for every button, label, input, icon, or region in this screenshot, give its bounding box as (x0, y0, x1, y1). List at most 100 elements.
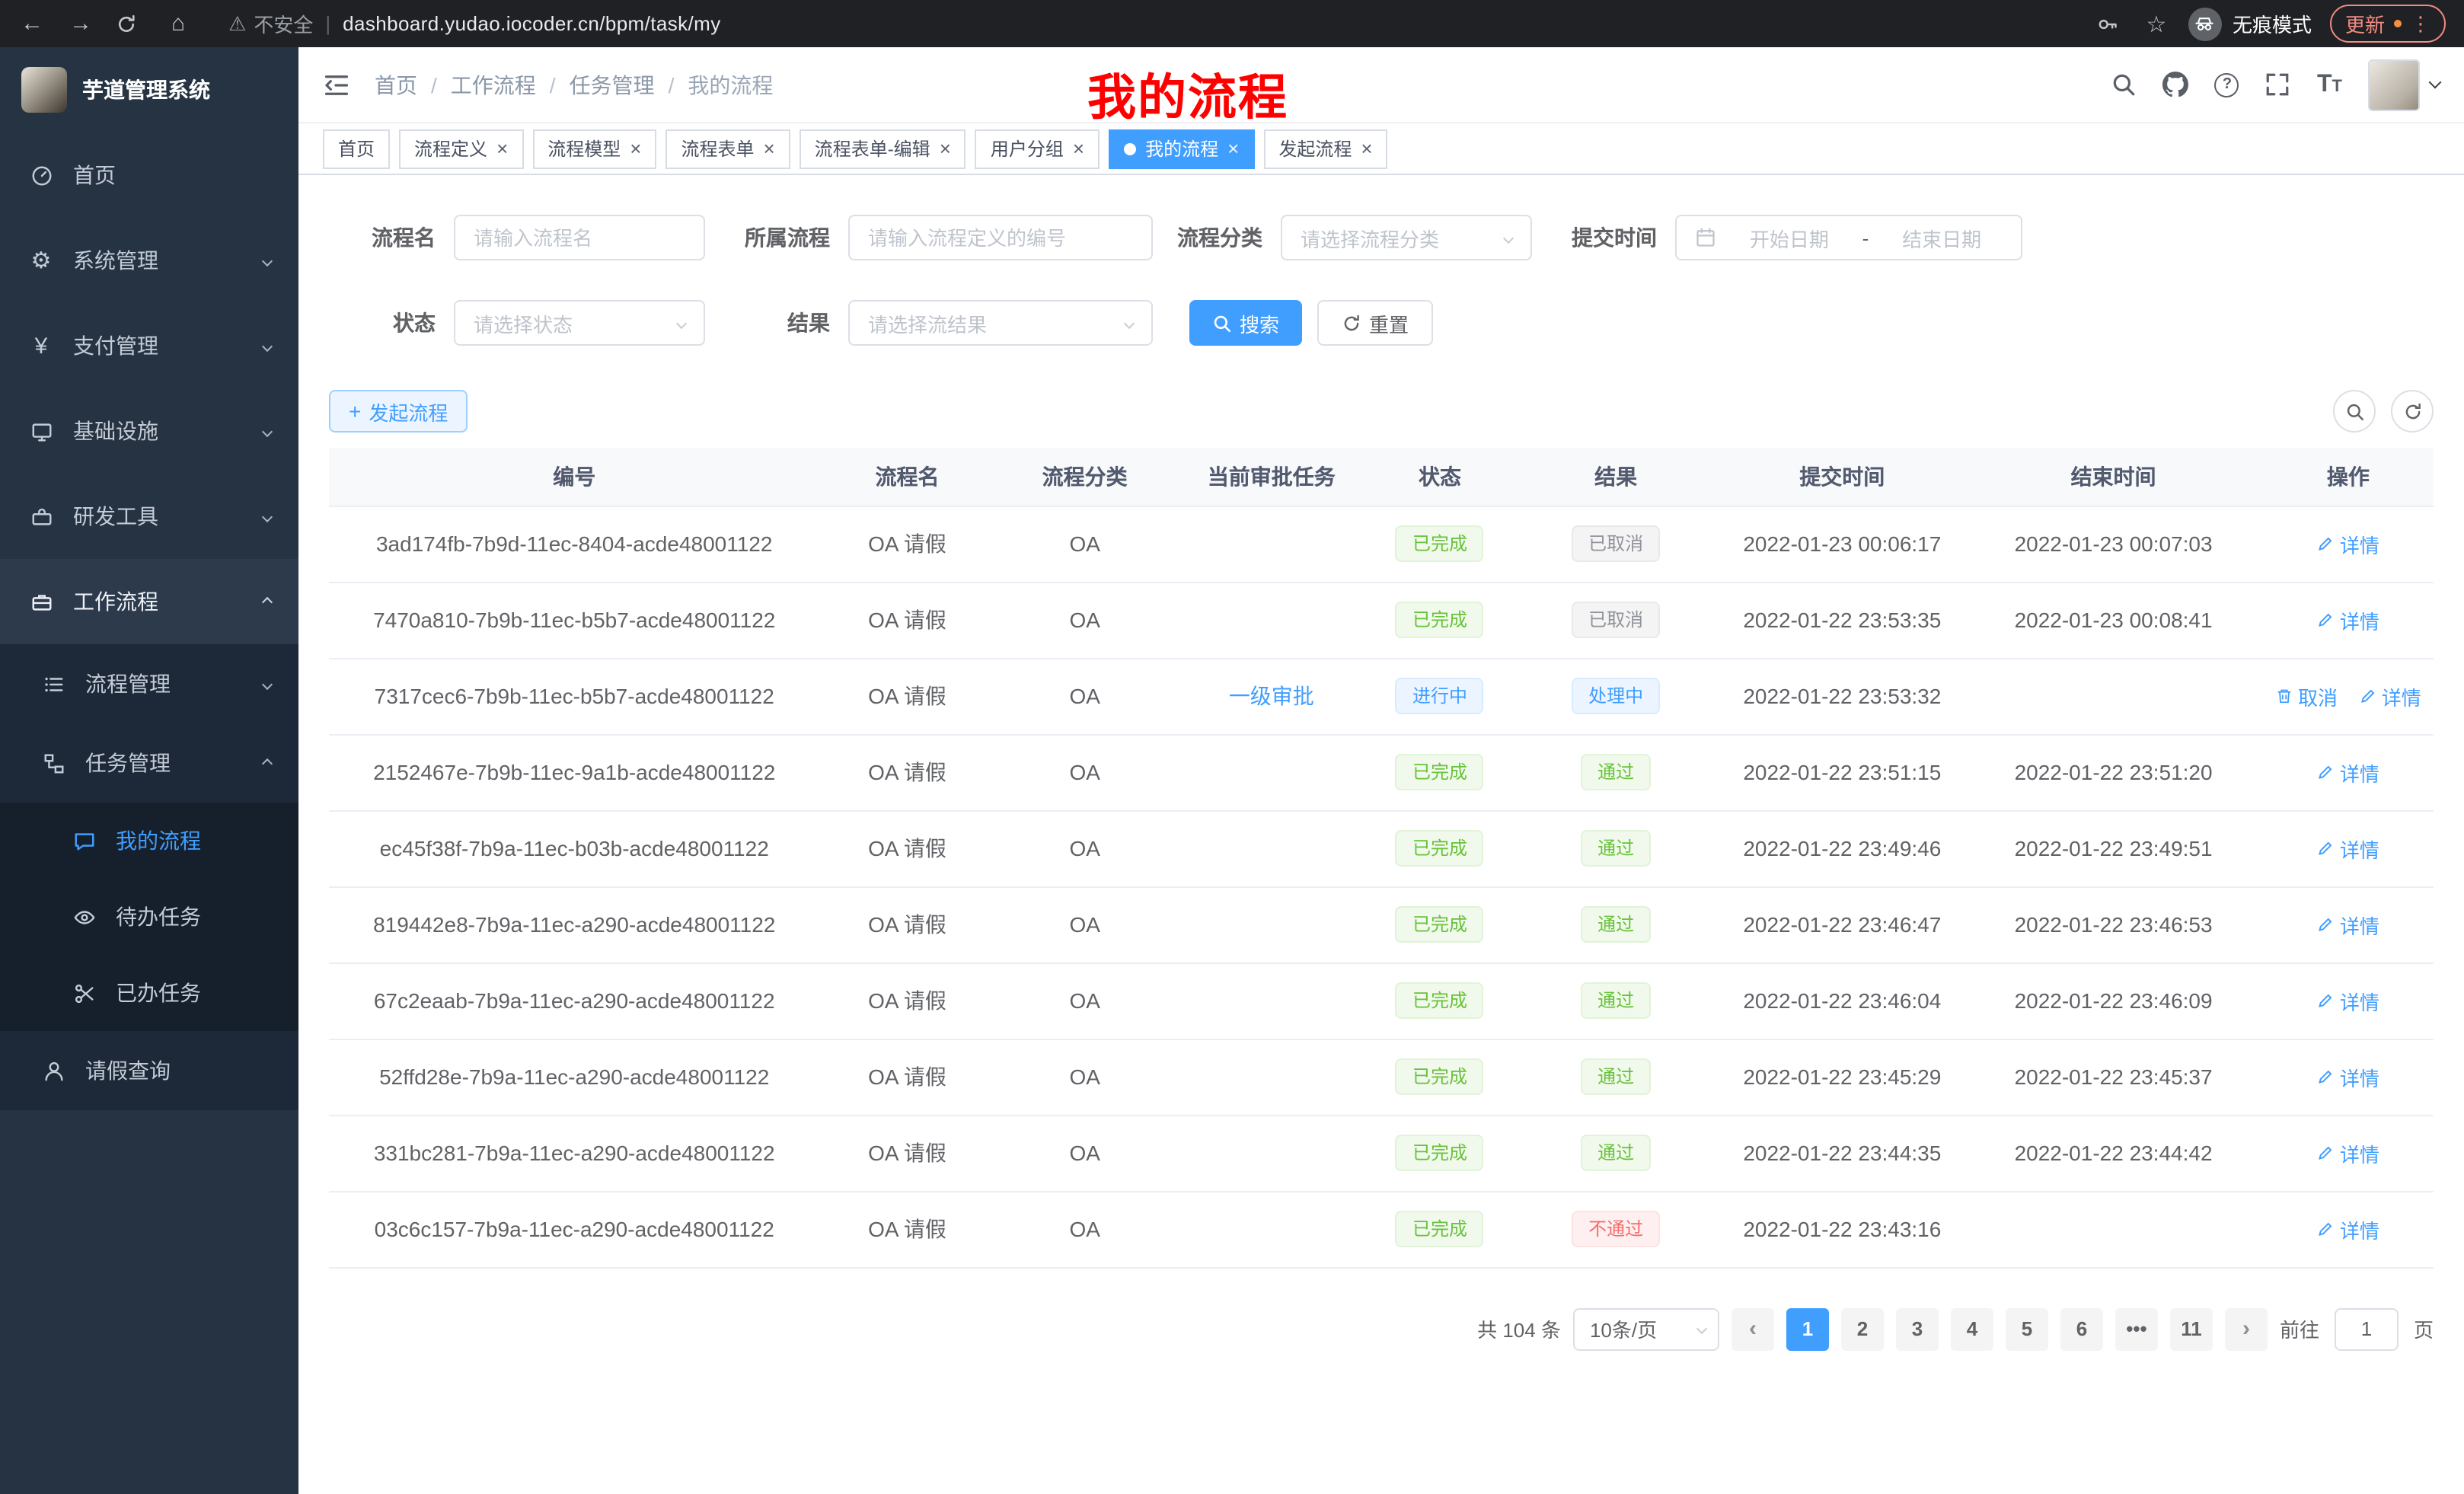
page-button-4[interactable]: 4 (1951, 1307, 1993, 1350)
sidebar-item-todo-tasks[interactable]: 待办任务 (0, 879, 298, 955)
sidebar-item-task-management[interactable]: 任务管理 (0, 723, 298, 803)
sidebar-item-workflow[interactable]: 工作流程 (0, 559, 298, 644)
status-placeholder: 请选择状态 (474, 308, 573, 337)
tab-user-group[interactable]: 用户分组 × (975, 129, 1100, 168)
sidebar-item-system[interactable]: ⚙ 系统管理 (0, 218, 298, 303)
detail-link[interactable]: 详情 (2317, 1215, 2379, 1243)
url-text[interactable]: dashboard.yudao.iocoder.cn/bpm/task/my (343, 12, 721, 35)
cancel-link[interactable]: 取消 (2275, 682, 2338, 710)
font-size-icon[interactable]: TT (2317, 72, 2342, 97)
detail-link[interactable]: 详情 (2317, 529, 2379, 558)
next-page-button[interactable]: › (2225, 1307, 2268, 1350)
tab-process-definition[interactable]: 流程定义 × (399, 129, 523, 168)
detail-link[interactable]: 详情 (2317, 910, 2379, 939)
reset-button[interactable]: 重置 (1317, 300, 1433, 346)
table-row: 7317cec6-7b9b-11ec-b5b7-acde48001122 OA … (329, 658, 2434, 734)
tab-home[interactable]: 首页 (323, 129, 390, 168)
search-button[interactable]: 搜索 (1189, 300, 1302, 346)
detail-link[interactable]: 详情 (2317, 834, 2379, 863)
cell-end-time (1964, 658, 2262, 734)
user-menu[interactable] (2368, 59, 2440, 110)
page-button-6[interactable]: 6 (2060, 1307, 2103, 1350)
breadcrumb-home[interactable]: 首页 (375, 69, 417, 100)
detail-link[interactable]: 详情 (2317, 758, 2379, 787)
github-icon[interactable] (2163, 72, 2189, 97)
status-select[interactable]: 请选择状态 (454, 300, 705, 346)
close-icon[interactable]: × (630, 139, 641, 158)
prev-page-button[interactable]: ‹ (1732, 1307, 1774, 1350)
sidebar-item-process-management[interactable]: 流程管理 (0, 644, 298, 723)
close-icon[interactable]: × (940, 139, 951, 158)
cell-submit-time: 2022-01-22 23:45:29 (1720, 1039, 1964, 1115)
app: 芋道管理系统 首页 ⚙ 系统管理 ¥ 支付管理 (0, 47, 2464, 1494)
browser-back-icon[interactable]: ← (18, 11, 46, 37)
toggle-search-button[interactable] (2333, 390, 2376, 433)
cell-submit-time: 2022-01-22 23:46:04 (1720, 962, 1964, 1039)
page-button-3[interactable]: 3 (1896, 1307, 1939, 1350)
page-button-5[interactable]: 5 (2006, 1307, 2048, 1350)
cell-category: OA (995, 1191, 1175, 1267)
close-icon[interactable]: × (1073, 139, 1084, 158)
goto-page-input[interactable] (2335, 1307, 2399, 1350)
category-select[interactable]: 请选择流程分类 (1281, 215, 1532, 260)
bookmark-star-icon[interactable]: ☆ (2143, 10, 2170, 37)
close-icon[interactable]: × (1227, 139, 1239, 158)
owner-process-input[interactable] (868, 226, 1133, 249)
security-warning[interactable]: ⚠ 不安全 (228, 9, 313, 38)
sidebar-item-done-tasks[interactable]: 已办任务 (0, 955, 298, 1031)
breadcrumb-task-management[interactable]: 任务管理 (570, 69, 655, 100)
cell-category: OA (995, 506, 1175, 582)
close-icon[interactable]: × (496, 139, 508, 158)
breadcrumb-workflow[interactable]: 工作流程 (451, 69, 536, 100)
refresh-table-button[interactable] (2391, 390, 2434, 433)
page-button-1[interactable]: 1 (1786, 1307, 1829, 1350)
browser-reload-icon[interactable] (116, 13, 143, 34)
detail-link[interactable]: 详情 (2317, 986, 2379, 1015)
tab-process-model[interactable]: 流程模型 × (532, 129, 656, 168)
sidebar-item-payment[interactable]: ¥ 支付管理 (0, 303, 298, 388)
current-task-link[interactable]: 一级审批 (1229, 684, 1314, 708)
cell-id: 2152467e-7b9b-11ec-9a1b-acde48001122 (329, 734, 819, 810)
sidebar-item-devtools[interactable]: 研发工具 (0, 474, 298, 559)
detail-link[interactable]: 详情 (2317, 605, 2379, 634)
tab-process-form[interactable]: 流程表单 × (665, 129, 790, 168)
result-select[interactable]: 请选择流结果 (848, 300, 1153, 346)
page-button-11[interactable]: 11 (2170, 1307, 2213, 1350)
start-process-button[interactable]: + 发起流程 (329, 390, 468, 433)
end-date-placeholder[interactable]: 结束日期 (1881, 223, 2003, 252)
fullscreen-icon[interactable] (2265, 72, 2291, 97)
table-row: 03c6c157-7b9a-11ec-a290-acde48001122 OA … (329, 1191, 2434, 1267)
close-icon[interactable]: × (764, 139, 775, 158)
cell-name: OA 请假 (819, 734, 994, 810)
tab-process-form-edit[interactable]: 流程表单-编辑 × (800, 129, 966, 168)
search-icon[interactable] (2111, 72, 2137, 97)
sidebar-item-my-process[interactable]: 我的流程 (0, 803, 298, 879)
close-icon[interactable]: × (1361, 139, 1372, 158)
menu-fold-icon[interactable] (323, 71, 350, 98)
tab-my-process[interactable]: 我的流程 × (1109, 129, 1254, 168)
update-button[interactable]: 更新 ⋮ (2330, 5, 2446, 43)
sidebar-item-home[interactable]: 首页 (0, 132, 298, 218)
tab-start-process[interactable]: 发起流程 × (1263, 129, 1387, 168)
detail-link[interactable]: 详情 (2359, 682, 2421, 710)
page-button-2[interactable]: 2 (1841, 1307, 1884, 1350)
detail-link[interactable]: 详情 (2317, 1138, 2379, 1167)
password-key-icon[interactable] (2097, 13, 2124, 34)
sidebar-item-leave-query[interactable]: 请假查询 (0, 1031, 298, 1110)
cell-category: OA (995, 962, 1175, 1039)
date-range-picker[interactable]: 开始日期 - 结束日期 (1675, 215, 2022, 260)
help-icon[interactable]: ? (2215, 72, 2239, 97)
start-date-placeholder[interactable]: 开始日期 (1728, 223, 1850, 252)
app-logo-row[interactable]: 芋道管理系统 (0, 47, 298, 132)
page-more-button[interactable]: ••• (2115, 1307, 2158, 1350)
breadcrumb-separator: / (550, 72, 556, 97)
sidebar-item-infrastructure[interactable]: 基础设施 (0, 388, 298, 474)
edit-icon (2317, 839, 2335, 857)
browser-home-icon[interactable]: ⌂ (164, 11, 192, 37)
detail-link[interactable]: 详情 (2317, 1062, 2379, 1091)
process-name-input[interactable] (474, 226, 685, 249)
page-size-select[interactable]: 10条/页 (1573, 1307, 1719, 1350)
browser-menu-icon[interactable]: ⋮ (2411, 11, 2430, 36)
address-bar[interactable]: ⚠ 不安全 | dashboard.yudao.iocoder.cn/bpm/t… (228, 9, 2076, 38)
browser-forward-icon[interactable]: → (67, 11, 94, 37)
